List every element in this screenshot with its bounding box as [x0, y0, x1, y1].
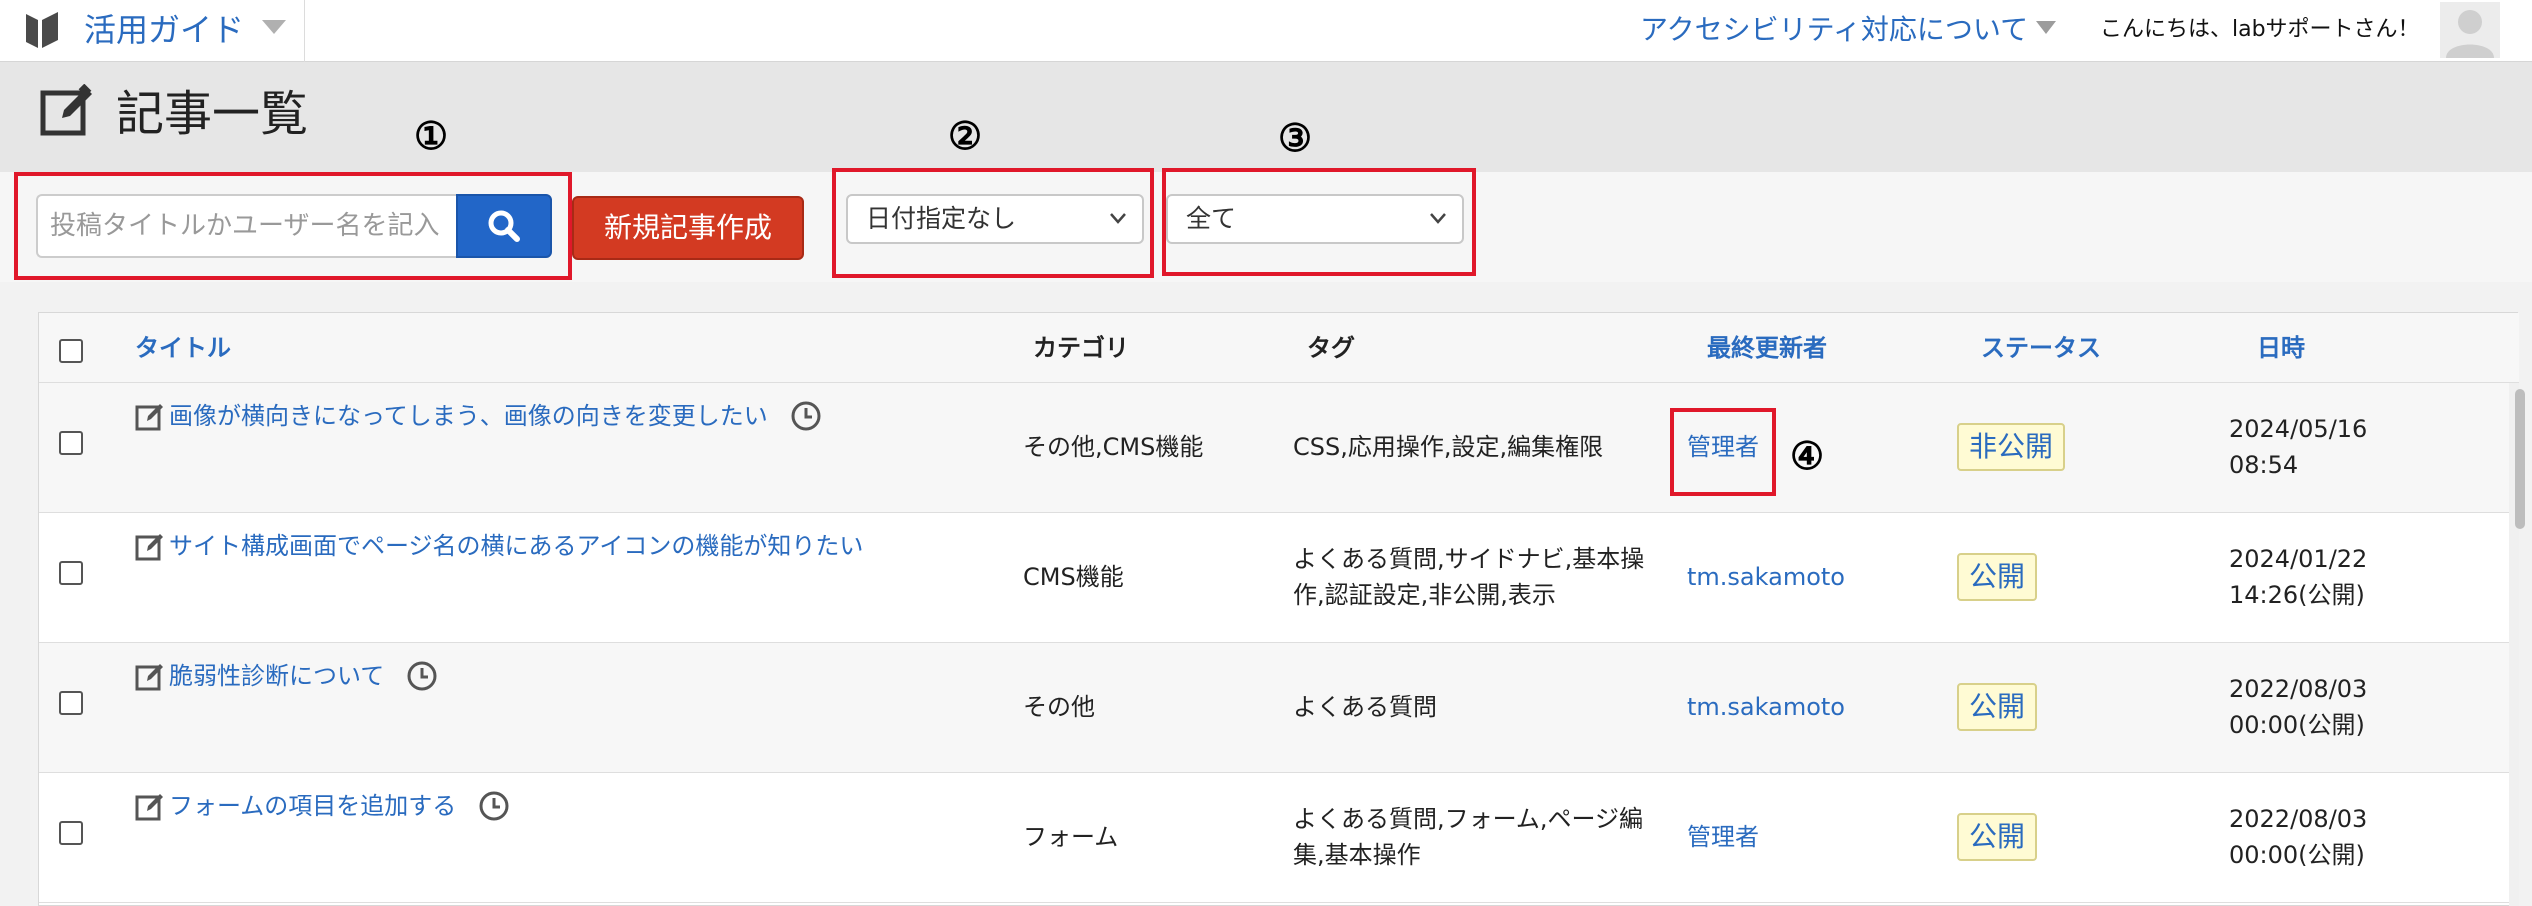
tags-cell: よくある質問,フォーム,ページ編	[1293, 805, 1644, 833]
row-checkbox[interactable]	[59, 691, 83, 715]
time-cell: 08:54	[2229, 451, 2299, 479]
topbar-divider	[304, 0, 305, 62]
status-badge[interactable]: 公開	[1957, 683, 2038, 731]
tags-cell-line2: 作,認証設定,非公開,表示	[1293, 581, 1556, 609]
updater-link[interactable]: 管理者	[1687, 819, 1759, 855]
table-row: 脆弱性診断について その他 よくある質問 tm.sakamoto 公開 2022…	[39, 643, 2519, 773]
article-title-link[interactable]: 脆弱性診断について	[169, 659, 384, 693]
annotation-number-4: ④	[1790, 433, 1825, 478]
article-title-link[interactable]: 画像が横向きになってしまう、画像の向きを変更したい	[169, 399, 768, 433]
status-badge[interactable]: 公開	[1957, 813, 2038, 861]
table-header: タイトル カテゴリ タグ 最終更新者 ステータス 日時	[39, 313, 2519, 383]
user-avatar[interactable]	[2440, 2, 2500, 58]
column-header-date[interactable]: 日時	[2257, 313, 2305, 383]
edit-icon[interactable]	[135, 661, 165, 691]
tags-cell-line2: 集,基本操作	[1293, 841, 1421, 869]
status-badge[interactable]: 公開	[1957, 553, 2038, 601]
column-header-category: カテゴリ	[1033, 334, 1129, 362]
time-cell: 00:00(公開)	[2229, 841, 2365, 869]
date-cell: 2024/01/22	[2229, 545, 2368, 573]
brand-dropdown-caret-icon[interactable]	[262, 20, 286, 34]
tags-cell: よくある質問,サイドナビ,基本操	[1293, 545, 1645, 573]
category-cell: その他,CMS機能	[1023, 433, 1204, 461]
annotation-box-1	[14, 172, 572, 280]
accessibility-link[interactable]: アクセシビリティ対応について	[1640, 10, 2028, 50]
table-row: サイト構成画面でページ名の横にあるアイコンの機能が知りたい CMS機能 よくある…	[39, 513, 2519, 643]
annotation-box-2	[832, 168, 1154, 278]
time-cell: 14:26(公開)	[2229, 581, 2365, 609]
date-cell: 2024/05/16	[2229, 415, 2368, 443]
row-checkbox[interactable]	[59, 821, 83, 845]
date-cell: 2022/08/03	[2229, 805, 2368, 833]
clock-icon	[479, 791, 509, 821]
annotation-number-3: ③	[1278, 115, 1313, 160]
clock-icon	[407, 661, 437, 691]
article-table: タイトル カテゴリ タグ 最終更新者 ステータス 日時 画像が横向きになってしま…	[38, 312, 2525, 906]
edit-icon[interactable]	[135, 531, 165, 561]
user-silhouette-icon	[2446, 10, 2494, 58]
tags-cell: よくある質問	[1293, 693, 1437, 721]
status-badge[interactable]: 非公開	[1957, 423, 2066, 471]
edit-page-icon	[40, 84, 92, 136]
table-row: フォームの項目を追加する フォーム よくある質問,フォーム,ページ編 集,基本操…	[39, 773, 2519, 903]
category-cell: その他	[1023, 693, 1095, 721]
brand-title[interactable]: 活用ガイド	[84, 10, 244, 50]
time-cell: 00:00(公開)	[2229, 711, 2365, 739]
edit-icon[interactable]	[135, 791, 165, 821]
scrollbar-thumb[interactable]	[2515, 389, 2525, 529]
column-header-tags: タグ	[1307, 334, 1355, 362]
table-row: 画像が横向きになってしまう、画像の向きを変更したい その他,CMS機能 CSS,…	[39, 383, 2519, 513]
category-cell: CMS機能	[1023, 563, 1124, 591]
guide-book-icon	[26, 12, 58, 48]
row-checkbox[interactable]	[59, 431, 83, 455]
article-title-link[interactable]: フォームの項目を追加する	[169, 789, 456, 823]
updater-link[interactable]: tm.sakamoto	[1687, 689, 1845, 725]
row-checkbox[interactable]	[59, 561, 83, 585]
tags-cell: CSS,応用操作,設定,編集権限	[1293, 433, 1604, 461]
accessibility-caret-icon[interactable]	[2036, 21, 2056, 34]
annotation-box-3	[1162, 168, 1476, 276]
date-cell: 2022/08/03	[2229, 675, 2368, 703]
page-header: 記事一覧	[0, 62, 2532, 172]
annotation-number-2: ②	[948, 113, 983, 158]
top-bar: 活用ガイド アクセシビリティ対応について こんにちは、labサポートさん！	[0, 0, 2532, 62]
article-title-link[interactable]: サイト構成画面でページ名の横にあるアイコンの機能が知りたい	[169, 529, 863, 563]
page-title: 記事一覧	[116, 86, 309, 142]
column-header-title[interactable]: タイトル	[135, 313, 231, 383]
column-header-updater[interactable]: 最終更新者	[1707, 313, 1827, 383]
category-cell: フォーム	[1023, 823, 1119, 851]
new-article-button[interactable]: 新規記事作成	[572, 196, 804, 260]
annotation-box-4	[1670, 408, 1776, 496]
annotation-number-1: ①	[414, 113, 449, 158]
select-all-checkbox[interactable]	[59, 339, 83, 363]
column-header-status[interactable]: ステータス	[1981, 313, 2101, 383]
updater-link[interactable]: tm.sakamoto	[1687, 559, 1845, 595]
clock-icon	[791, 401, 821, 431]
edit-icon[interactable]	[135, 401, 165, 431]
user-greeting: こんにちは、labサポートさん！	[2100, 17, 2420, 42]
